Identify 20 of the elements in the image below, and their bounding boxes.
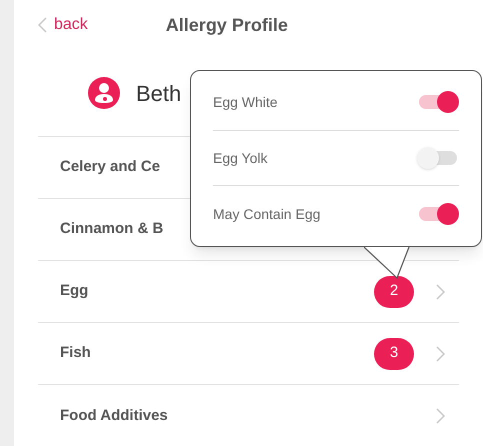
toggle-switch[interactable] bbox=[417, 147, 459, 169]
allergen-label: Fish bbox=[60, 343, 91, 364]
chevron-left-icon bbox=[38, 17, 47, 33]
option-label: May Contain Egg bbox=[213, 204, 322, 224]
allergen-label: Celery and Ce bbox=[60, 157, 160, 178]
count-badge: 2 bbox=[374, 276, 414, 308]
option-label: Egg White bbox=[213, 92, 279, 112]
toggle-switch[interactable] bbox=[417, 203, 459, 226]
option-label: Egg Yolk bbox=[213, 148, 268, 168]
allergen-label: Food Additives bbox=[60, 406, 168, 426]
count-badge: 3 bbox=[374, 338, 414, 370]
page-title: Allergy Profile bbox=[166, 14, 288, 37]
toggle-switch[interactable] bbox=[417, 91, 459, 114]
allergen-label: Egg bbox=[60, 281, 88, 302]
profile-name: Beth bbox=[136, 80, 182, 108]
back-button[interactable]: back bbox=[38, 13, 88, 37]
allergen-row[interactable]: Food Additives bbox=[38, 385, 459, 446]
allergen-label: Cinnamon & B bbox=[60, 219, 164, 240]
allergen-row[interactable]: Fish 3 bbox=[38, 323, 459, 385]
user-icon bbox=[88, 77, 120, 109]
